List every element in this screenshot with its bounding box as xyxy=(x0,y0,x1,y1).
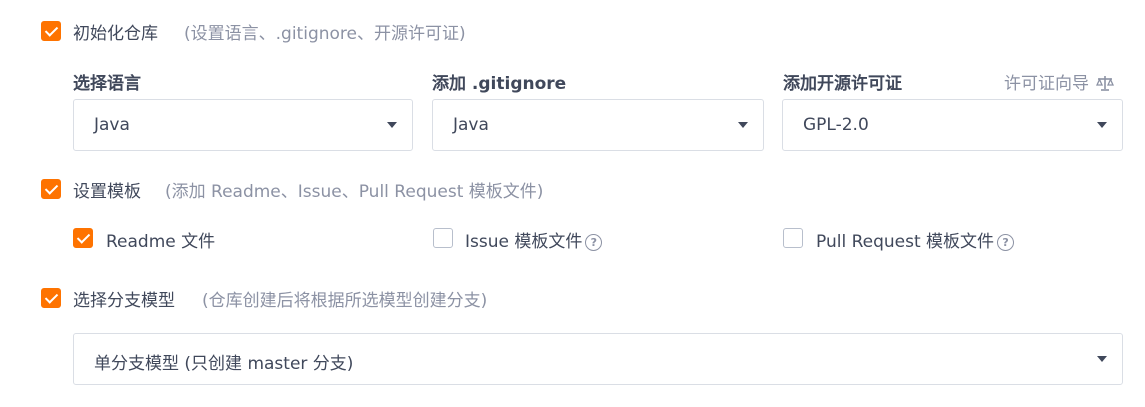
caret-down-icon xyxy=(1097,122,1107,128)
language-select-value: Java xyxy=(94,115,130,135)
license-label: 添加开源许可证 xyxy=(783,74,902,94)
scale-icon xyxy=(1096,76,1115,91)
license-wizard-link[interactable]: 许可证向导 xyxy=(1004,69,1115,94)
gitignore-select-value: Java xyxy=(453,115,489,135)
branch-model-label[interactable]: 选择分支模型 xyxy=(73,286,175,311)
question-circle-icon[interactable]: ? xyxy=(585,233,603,251)
pr-template-checkbox[interactable] xyxy=(783,228,803,248)
gitignore-label: 添加 .gitignore xyxy=(432,74,567,94)
caret-down-icon xyxy=(1097,356,1107,362)
license-select[interactable]: GPL-2.0 xyxy=(782,99,1123,151)
issue-template-checkbox[interactable] xyxy=(433,228,453,248)
issue-template-label-wrap[interactable]: Issue 模板文件? xyxy=(465,227,603,252)
branch-model-select-value: 单分支模型 (只创建 master 分支) xyxy=(94,354,354,374)
issue-template-label: Issue 模板文件 xyxy=(465,232,583,252)
templates-label[interactable]: 设置模板 xyxy=(73,177,141,202)
readme-label[interactable]: Readme 文件 xyxy=(106,227,215,252)
templates-hint: (添加 Readme、Issue、Pull Request 模板文件) xyxy=(165,182,544,202)
init-repo-checkbox[interactable] xyxy=(41,21,61,41)
caret-down-icon xyxy=(738,122,748,128)
pr-template-label: Pull Request 模板文件 xyxy=(816,232,995,252)
branch-model-hint: (仓库创建后将根据所选模型创建分支) xyxy=(202,291,488,311)
branch-model-checkbox[interactable] xyxy=(41,288,61,308)
question-circle-icon[interactable]: ? xyxy=(997,233,1015,251)
templates-checkbox[interactable] xyxy=(41,179,61,199)
license-wizard-text: 许可证向导 xyxy=(1004,74,1089,94)
readme-checkbox[interactable] xyxy=(73,228,93,248)
gitignore-select[interactable]: Java xyxy=(432,99,764,151)
pr-template-label-wrap[interactable]: Pull Request 模板文件? xyxy=(816,227,1015,252)
caret-down-icon xyxy=(387,122,397,128)
init-repo-label[interactable]: 初始化仓库 xyxy=(73,19,158,44)
license-select-value: GPL-2.0 xyxy=(803,115,869,135)
language-select[interactable]: Java xyxy=(73,99,413,151)
init-repo-hint: (设置语言、.gitignore、开源许可证) xyxy=(184,24,466,44)
branch-model-select[interactable]: 单分支模型 (只创建 master 分支) xyxy=(73,333,1123,385)
language-label: 选择语言 xyxy=(73,74,141,94)
